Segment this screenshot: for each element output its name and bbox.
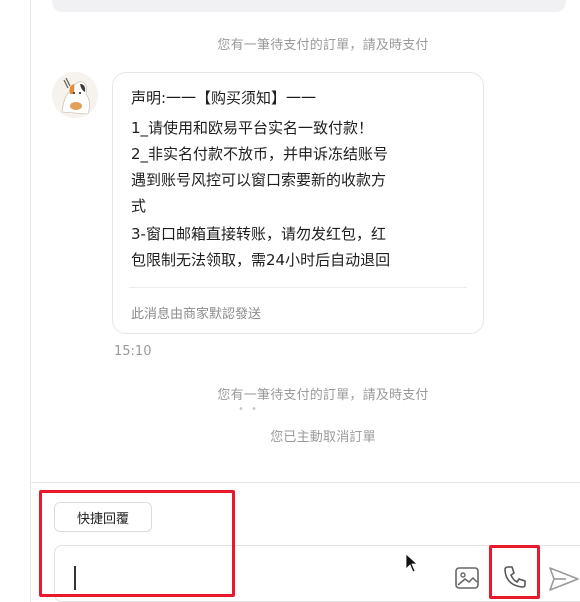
system-notice-cancelled: 您已主動取消訂單 xyxy=(270,430,376,445)
message-line: 遇到账号风控可以窗口索要新的收款方 xyxy=(131,171,387,189)
message-line: 声明:一一【购买须知】一一 xyxy=(131,89,317,107)
message-line: 2_非实名付款不放币，并申诉冻结账号 xyxy=(131,145,389,163)
system-notice-pending: 您有一筆待支付的訂單，請及時支付 xyxy=(217,38,429,53)
auto-sent-note: 此消息由商家默認發送 xyxy=(131,307,262,322)
message-line: 包限制无法领取，需24小时后自动退回 xyxy=(131,251,391,269)
previous-message-bubble xyxy=(52,0,566,12)
merchant-avatar[interactable] xyxy=(52,72,98,118)
message-line: 1_请使用和欧易平台实名一致付款！ xyxy=(131,119,374,137)
panel-left-border xyxy=(30,0,31,602)
system-notice-pending-2: 您有一筆待支付的訂單，請及時支付 xyxy=(217,388,429,403)
mouse-cursor-icon xyxy=(405,553,419,573)
bubble-divider xyxy=(129,287,467,288)
cat-avatar-icon xyxy=(52,72,98,118)
merchant-message-bubble: 声明:一一【购买须知】一一 1_请使用和欧易平台实名一致付款！ 2_非实名付款不… xyxy=(112,72,484,334)
message-line: 式 xyxy=(131,197,147,215)
highlight-box-composer xyxy=(39,490,235,597)
message-line: 3-窗口邮箱直接转账，请勿发红包，红 xyxy=(131,225,386,243)
composer-divider xyxy=(30,482,580,483)
image-icon[interactable] xyxy=(454,566,480,590)
highlight-box-phone xyxy=(489,545,540,599)
dot-separator: • • xyxy=(238,404,259,415)
message-timestamp: 15:10 xyxy=(114,344,152,359)
send-icon[interactable] xyxy=(548,566,580,592)
